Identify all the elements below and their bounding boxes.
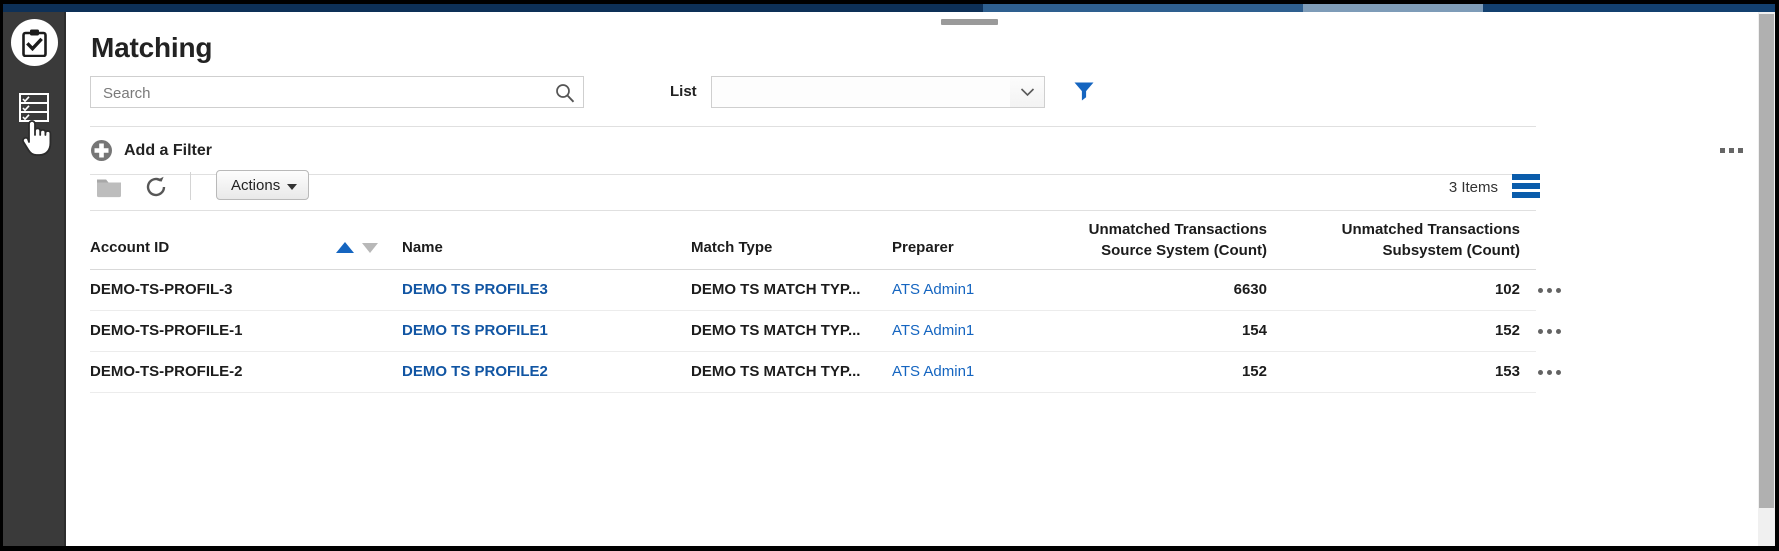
ellipsis-dot <box>1538 288 1543 293</box>
list-filter-label: List <box>670 83 697 100</box>
panel-drag-handle[interactable] <box>941 19 998 25</box>
folder-icon[interactable] <box>96 175 122 199</box>
top-app-bar-segment <box>3 4 983 12</box>
sidebar-edge <box>64 12 66 546</box>
cell-unmatched-source: 152 <box>1241 363 1267 380</box>
cell-preparer-link[interactable]: ATS Admin1 <box>892 281 974 298</box>
filter-funnel-icon[interactable] <box>1071 78 1097 104</box>
chevron-down-icon[interactable] <box>1020 87 1035 97</box>
window-border-top <box>0 0 1779 4</box>
search-icon[interactable] <box>555 83 575 103</box>
ellipsis-dot <box>1547 370 1552 375</box>
actions-button-label: Actions <box>231 177 281 194</box>
cell-unmatched-subsystem: 102 <box>1494 281 1520 298</box>
ellipsis-dot <box>1738 148 1743 153</box>
search-field[interactable] <box>90 76 584 109</box>
window-border-right <box>1775 0 1779 551</box>
list-view-bar <box>1512 183 1540 189</box>
cell-unmatched-source: 6630 <box>1233 281 1267 298</box>
top-app-bar-segment <box>1483 4 1775 12</box>
window-border-bottom <box>0 546 1779 551</box>
circle-plus-icon[interactable] <box>90 139 113 162</box>
table-header-row: Account ID Name Match Type Preparer Unma… <box>90 211 1536 270</box>
cell-preparer-link[interactable]: ATS Admin1 <box>892 322 974 339</box>
main-content-panel: Matching List Add a <box>66 12 1759 546</box>
sort-ascending-icon[interactable] <box>336 242 354 253</box>
refresh-icon[interactable] <box>144 175 168 199</box>
row-actions-menu[interactable] <box>1538 370 1566 376</box>
cell-match-type: DEMO TS MATCH TYP... <box>691 322 861 339</box>
table-row[interactable]: DEMO-TS-PROFILE-1 DEMO TS PROFILE1 DEMO … <box>90 311 1561 352</box>
vertical-scrollbar[interactable] <box>1758 12 1775 546</box>
caret-down-icon <box>287 184 297 190</box>
page-title: Matching <box>91 32 213 63</box>
cell-name-link[interactable]: DEMO TS PROFILE1 <box>402 322 548 339</box>
ellipsis-dot <box>1556 329 1561 334</box>
list-select[interactable] <box>711 76 1045 108</box>
ellipsis-dot <box>1556 370 1561 375</box>
top-app-bar <box>3 4 1775 12</box>
app-logo[interactable] <box>11 19 58 66</box>
row-actions-menu[interactable] <box>1538 329 1566 335</box>
toolbar-separator <box>190 172 191 200</box>
sort-descending-icon[interactable] <box>362 243 378 253</box>
ellipsis-dot <box>1547 329 1552 334</box>
filter-row-more-menu[interactable] <box>1720 144 1750 158</box>
list-view-icon[interactable] <box>1512 174 1540 198</box>
table-row[interactable]: DEMO-TS-PROFILE-2 DEMO TS PROFILE2 DEMO … <box>90 352 1561 393</box>
cell-name-link[interactable]: DEMO TS PROFILE2 <box>402 363 548 380</box>
list-view-bar <box>1512 192 1540 198</box>
top-app-bar-segment <box>983 4 1303 12</box>
cell-match-type: DEMO TS MATCH TYP... <box>691 363 861 380</box>
list-view-bar <box>1512 174 1540 180</box>
left-sidebar <box>3 12 66 546</box>
item-count: 3 Items <box>1448 179 1498 196</box>
cell-unmatched-source: 154 <box>1241 322 1267 339</box>
top-app-bar-segment <box>1303 4 1483 12</box>
ellipsis-dot <box>1547 288 1552 293</box>
cell-account-id: DEMO-TS-PROFILE-2 <box>90 363 243 380</box>
cell-preparer-link[interactable]: ATS Admin1 <box>892 363 974 380</box>
table-row[interactable]: DEMO-TS-PROFIL-3 DEMO TS PROFILE3 DEMO T… <box>90 270 1561 311</box>
add-filter-label: Add a Filter <box>124 142 213 159</box>
ellipsis-dot <box>1556 288 1561 293</box>
matching-table: Account ID Name Match Type Preparer Unma… <box>90 211 1561 393</box>
scrollbar-thumb[interactable] <box>1759 14 1774 508</box>
cell-account-id: DEMO-TS-PROFIL-3 <box>90 281 233 298</box>
actions-button[interactable]: Actions <box>216 170 309 200</box>
cell-name-link[interactable]: DEMO TS PROFILE3 <box>402 281 548 298</box>
cell-match-type: DEMO TS MATCH TYP... <box>691 281 861 298</box>
clipboard-check-icon <box>22 29 47 57</box>
cell-unmatched-subsystem: 153 <box>1494 363 1520 380</box>
hand-pointer-cursor <box>18 116 52 158</box>
ellipsis-dot <box>1538 370 1543 375</box>
application-window: Matching List Add a <box>0 0 1779 551</box>
divider <box>90 126 1536 127</box>
cell-account-id: DEMO-TS-PROFILE-1 <box>90 322 243 339</box>
window-border-left <box>0 0 3 551</box>
list-select-face[interactable] <box>712 77 1010 107</box>
ellipsis-dot <box>1538 329 1543 334</box>
ellipsis-dot <box>1729 148 1734 153</box>
row-actions-menu[interactable] <box>1538 288 1566 294</box>
ellipsis-dot <box>1720 148 1725 153</box>
cell-unmatched-subsystem: 152 <box>1494 322 1520 339</box>
search-input[interactable] <box>101 77 545 109</box>
